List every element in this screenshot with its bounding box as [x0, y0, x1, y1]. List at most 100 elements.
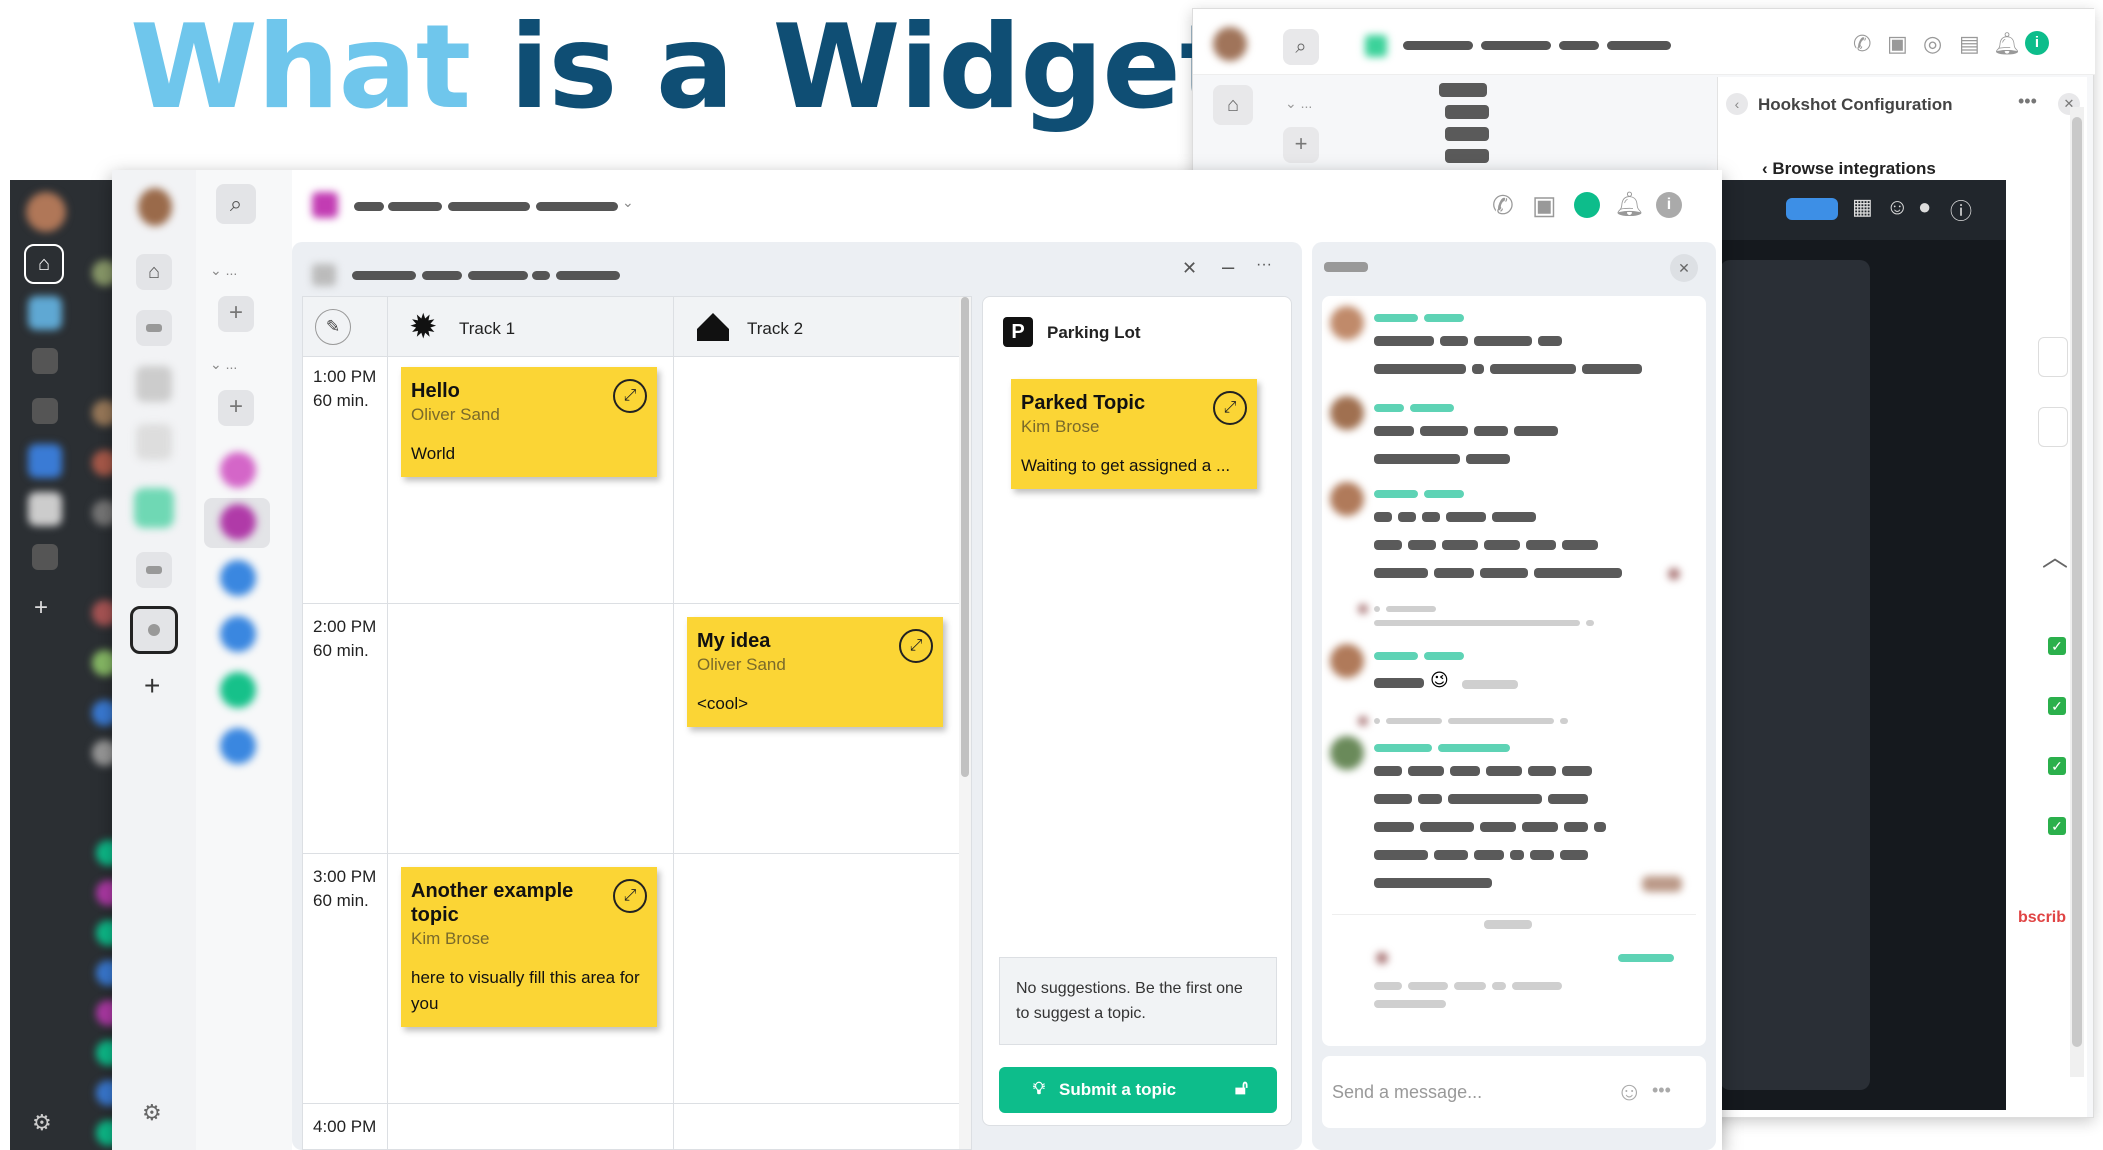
time-slot-time: 2:00 PM — [313, 617, 377, 636]
info-icon[interactable]: i — [2025, 31, 2049, 55]
more-options-icon[interactable]: ••• — [1652, 1080, 1671, 1101]
close-chat-icon[interactable]: ✕ — [1670, 254, 1698, 282]
topic-card[interactable]: Another example topic Kim Brose here to … — [401, 867, 657, 1027]
expand-icon[interactable]: ⤢ — [899, 629, 933, 663]
call-icon[interactable]: ✆ — [1853, 31, 1871, 57]
parking-lot-title: Parking Lot — [1047, 323, 1141, 342]
slide-title-first-word: What — [130, 0, 471, 135]
edit-icon[interactable]: ✎ — [315, 309, 351, 345]
back-icon[interactable]: ‹ — [1726, 93, 1748, 115]
minimize-icon[interactable]: – — [1222, 254, 1234, 280]
expand-icon[interactable]: ⤢ — [1213, 391, 1247, 425]
room-header: ⌄ ✆ ▣ 🔔︎ i — [292, 170, 1722, 242]
checkbox-2[interactable]: ✓ — [2048, 697, 2066, 715]
chair-icon — [695, 311, 731, 343]
room-list: ⌕ ⌄ ... + ⌄ ... + — [196, 170, 292, 1150]
browse-integrations-link[interactable]: ‹ Browse integrations — [1762, 159, 1936, 179]
time-slot-time: 4:00 PM — [313, 1117, 377, 1136]
message-timeline: 😉︎ — [1322, 296, 1706, 1046]
track-1-label[interactable]: Track 1 — [459, 319, 515, 339]
add-space-icon[interactable]: + — [34, 594, 48, 622]
emoji-icon[interactable]: ☺ — [1616, 1076, 1643, 1107]
chat-icon[interactable]: ▤ — [1959, 31, 1980, 57]
widget-menu-icon[interactable]: ··· — [1256, 256, 1272, 274]
chevron-down-icon[interactable]: ⌄ — [622, 194, 634, 211]
create-space-icon[interactable]: + — [144, 670, 160, 702]
hookshot-panel-title: Hookshot Configuration — [1758, 95, 1953, 114]
thread-icon[interactable]: ● — [1918, 194, 1931, 220]
unlock-icon[interactable]: 🔓︎ — [1235, 1077, 1248, 1100]
topic-description: World — [411, 444, 456, 463]
threads-active-icon[interactable] — [1574, 192, 1600, 218]
message-composer[interactable]: Send a message... ☺ ••• — [1322, 1056, 1706, 1128]
topic-description: here to visually fill this area for you — [411, 968, 640, 1013]
checkbox-3[interactable]: ✓ — [2048, 757, 2066, 775]
chat-panel: ✕ 😉︎ Send a message... ☺ ••• — [1312, 242, 1716, 1150]
home-space-icon[interactable]: ⌂ — [136, 254, 172, 290]
video-icon[interactable]: ▣ — [1887, 31, 1908, 57]
add-room-button[interactable]: + — [1283, 127, 1319, 163]
video-call-icon[interactable]: ▣ — [1532, 190, 1557, 221]
unpin-icon[interactable]: ✕ — [1182, 258, 1197, 279]
topic-card[interactable]: Hello Oliver Sand World ⤢ — [401, 367, 657, 477]
time-slot-2: 2:00 PM 60 min. — [313, 615, 376, 663]
submit-topic-label: Submit a topic — [1059, 1080, 1177, 1099]
home-icon[interactable]: ⌂ — [24, 244, 64, 284]
lightbulb-icon: 💡︎ — [1033, 1079, 1045, 1098]
widgets-icon[interactable]: ▦ — [1852, 194, 1873, 220]
panel-scrollbar[interactable] — [2070, 107, 2084, 1077]
topic-description: Waiting to get assigned a ... — [1021, 456, 1231, 475]
background-left-window: ⌂ + ⚙ — [10, 180, 122, 1150]
empty-suggestions-message: No suggestions. Be the first one to sugg… — [999, 957, 1277, 1045]
topic-title: Another example topic — [411, 880, 574, 926]
topic-title: Hello — [411, 380, 460, 402]
topic-author: Oliver Sand — [411, 405, 500, 424]
time-slot-1: 1:00 PM 60 min. — [313, 365, 376, 413]
main-element-window: ⌂ + ⚙ ⌕ ⌄ ... + ⌄ ... + ⌄ ✆ ▣ 🔔︎ i ✕ – ·… — [112, 170, 1722, 1150]
checkbox-1[interactable]: ✓ — [2048, 637, 2066, 655]
composer-placeholder: Send a message... — [1332, 1082, 1483, 1102]
track-2-label[interactable]: Track 2 — [747, 319, 803, 339]
topic-title: My idea — [697, 630, 771, 652]
checkbox-4[interactable]: ✓ — [2048, 817, 2066, 835]
parked-topic-card[interactable]: Parked Topic Kim Brose Waiting to get as… — [1011, 379, 1257, 489]
info-dark-icon[interactable]: ⓘ — [1950, 194, 1972, 226]
search-icon[interactable]: ⌕ — [1283, 29, 1319, 65]
search-button[interactable]: ⌕ — [216, 184, 256, 224]
add-room-icon[interactable]: + — [218, 296, 254, 332]
grid-scrollbar[interactable] — [959, 297, 971, 1149]
chevron-up-icon[interactable]: ︿ — [2042, 537, 2068, 574]
bell-icon[interactable]: 🔔︎ — [1993, 31, 2021, 57]
people-icon[interactable]: ☺ — [1886, 194, 1908, 220]
time-slot-3: 3:00 PM 60 min. — [313, 865, 376, 913]
settings-icon[interactable]: ⚙ — [32, 1110, 52, 1136]
notifications-icon[interactable]: 🔔︎ — [1614, 190, 1644, 219]
parking-lot: P Parking Lot Parked Topic Kim Brose Wai… — [982, 296, 1292, 1126]
time-slot-duration: 60 min. — [313, 641, 369, 660]
time-slot-duration: 60 min. — [313, 391, 369, 410]
time-slot-duration: 60 min. — [313, 891, 369, 910]
room-info-icon[interactable]: i — [1656, 192, 1682, 218]
time-slot-time: 3:00 PM — [313, 867, 377, 886]
user-avatar[interactable] — [138, 188, 172, 226]
voice-call-icon[interactable]: ✆ — [1492, 190, 1514, 221]
unsubscribe-link[interactable]: bscrib — [2018, 909, 2066, 927]
threads-icon[interactable]: ◎ — [1923, 31, 1942, 57]
space-bar: ⌂ + ⚙ — [112, 170, 196, 1150]
add-room-icon-2[interactable]: + — [218, 390, 254, 426]
slide-title-rest: is a Widget? — [509, 0, 1302, 135]
topic-author: Kim Brose — [1021, 417, 1100, 436]
emoji-reaction-icon[interactable]: 😉︎ — [1430, 670, 1449, 691]
time-slot-time: 1:00 PM — [313, 367, 377, 386]
submit-topic-button[interactable]: 💡︎ Submit a topic 🔓︎ — [999, 1067, 1277, 1113]
quick-settings-icon[interactable]: ⚙ — [142, 1100, 162, 1126]
more-icon[interactable]: ••• — [2018, 91, 2037, 112]
topic-card[interactable]: My idea Oliver Sand <cool> ⤢ — [687, 617, 943, 727]
time-slot-4: 4:00 PM — [313, 1115, 376, 1139]
home-icon[interactable]: ⌂ — [1213, 85, 1253, 125]
schedule-grid: ✎ ✹ Track 1 Track 2 1:00 PM 60 min. 2:00 … — [302, 296, 972, 1150]
parking-icon: P — [1003, 317, 1033, 347]
selected-space[interactable] — [130, 606, 178, 654]
expand-icon[interactable]: ⤢ — [613, 379, 647, 413]
expand-icon[interactable]: ⤢ — [613, 879, 647, 913]
